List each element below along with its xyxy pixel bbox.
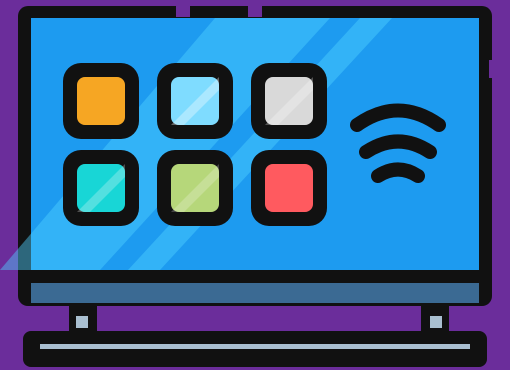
frame-gap-2 [248, 5, 262, 17]
tv-bottom-bezel [31, 283, 479, 303]
smart-tv-illustration [0, 0, 510, 370]
orange-app-tile-icon [63, 63, 139, 139]
tv-base-highlight [40, 344, 470, 349]
frame-gap-1 [176, 5, 190, 17]
green-app-tile-icon [157, 150, 233, 226]
frame-gap-3 [489, 60, 499, 78]
gray-app-tile-icon [251, 63, 327, 139]
red-app-tile-icon [251, 150, 327, 226]
sky-app-tile-icon [157, 63, 233, 139]
teal-app-tile-icon [63, 150, 139, 226]
smart-tv-icon [0, 0, 510, 370]
